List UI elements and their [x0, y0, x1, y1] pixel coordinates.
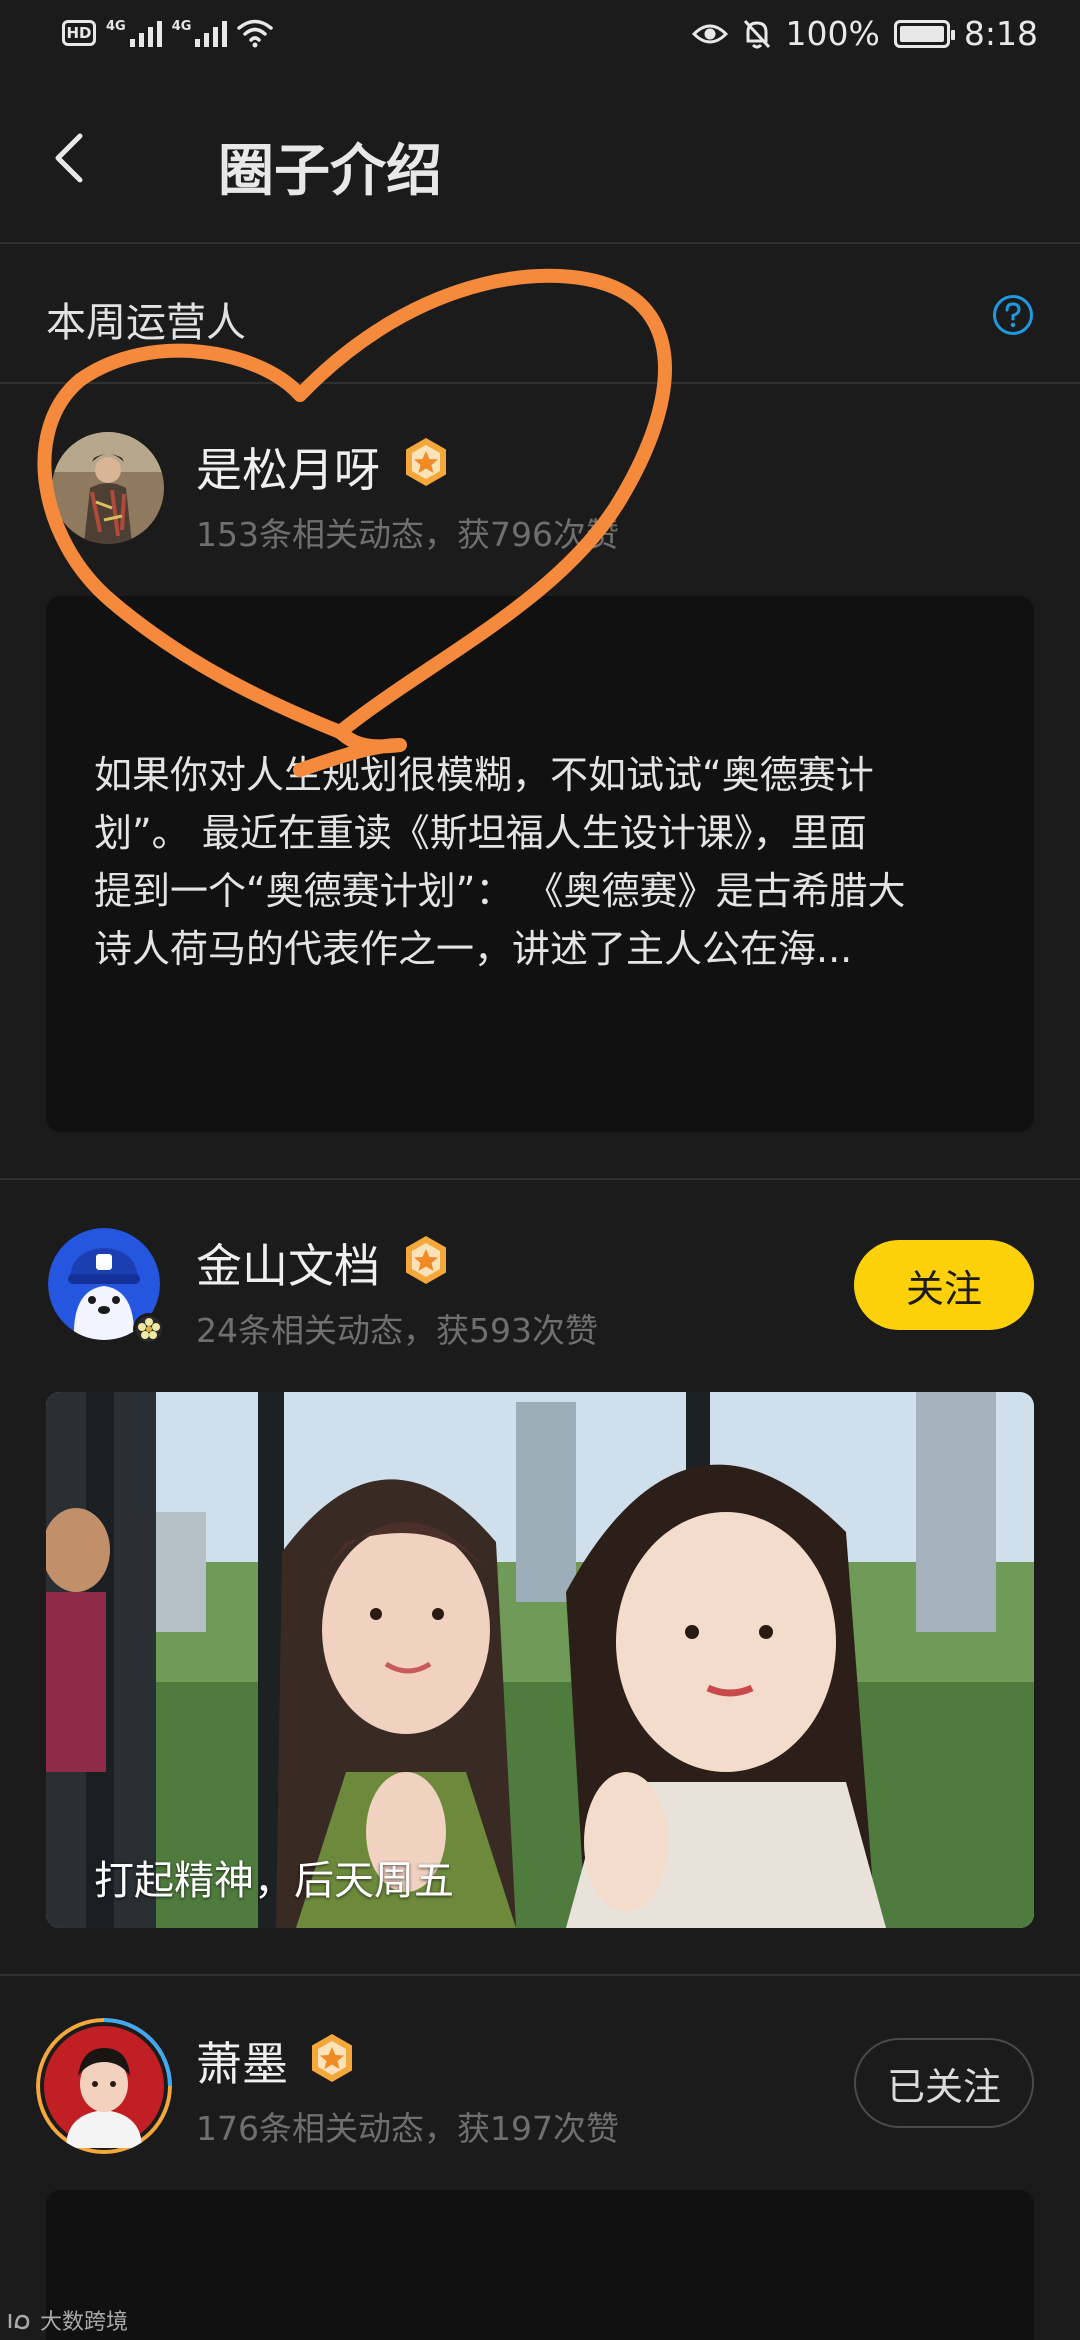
header-divider [0, 242, 1080, 244]
post-line: 划”。 最近在重读《斯坦福人生设计课》，里面 [94, 811, 867, 855]
avatar[interactable] [52, 432, 164, 544]
back-button[interactable] [42, 128, 102, 188]
status-left: HD 4G 4G [62, 18, 274, 48]
battery-fill [899, 25, 944, 42]
battery-percent: 100% [785, 14, 880, 53]
following-button[interactable]: 已关注 [854, 2038, 1034, 2128]
help-button[interactable] [992, 294, 1034, 336]
follow-button[interactable]: 关注 [854, 1240, 1034, 1330]
status-bar: HD 4G 4G 100% 8:18 [0, 0, 1080, 76]
post-card[interactable] [46, 2190, 1034, 2340]
post-line: 提到一个“奥德赛计划”： 《奥德赛》是古希腊大 [94, 869, 906, 913]
heart-annotation [37, 268, 672, 777]
app-header: 圈子介绍 [0, 100, 1080, 242]
post-line: 如果你对人生规划很模糊，不如试试“奥德赛计 [94, 753, 874, 797]
badge-icon [312, 2034, 352, 2082]
section-divider [0, 382, 1080, 384]
battery-icon [893, 19, 955, 48]
user-name[interactable]: 是松月呀 [196, 434, 380, 500]
page-title: 圈子介绍 [218, 139, 442, 204]
network-type-label: 4G [171, 19, 192, 34]
post-card[interactable]: 如果你对人生规划很模糊，不如试试“奥德赛计 划”。 最近在重读《斯坦福人生设计课… [46, 596, 1034, 1132]
photo-caption: 打起精神，后天周五 [94, 1858, 454, 1904]
post-line: 诗人荷马的代表作之一，讲述了主人公在海... [94, 927, 853, 971]
user-meta: 153条相关动态，获796次赞 [196, 515, 619, 554]
card-divider [0, 1974, 1080, 1976]
user-name[interactable]: 金山文档 [196, 1230, 380, 1296]
user-name[interactable]: 萧墨 [196, 2028, 288, 2094]
watermark: 大数跨境 [8, 2304, 128, 2336]
bell-muted-icon [743, 19, 770, 48]
eye-icon [691, 24, 728, 43]
flower-badge-icon [133, 1313, 165, 1345]
section-title: 本周运营人 [46, 300, 246, 346]
user-meta: 24条相关动态，获593次赞 [196, 1311, 598, 1350]
post-photo[interactable]: 打起精神，后天周五 [46, 1392, 1034, 1928]
signal-icon: 4G [106, 19, 162, 47]
screen: HD 4G 4G 100% 8:18 圈子介绍 本周运营人 是松月呀 153条相… [0, 0, 1080, 2340]
signal-icon: 4G [172, 19, 228, 47]
clock: 8:18 [963, 14, 1038, 53]
network-type-label: 4G [106, 19, 126, 34]
post-text: 如果你对人生规划很模糊，不如试试“奥德赛计 划”。 最近在重读《斯坦福人生设计课… [94, 746, 994, 978]
avatar[interactable] [36, 2018, 172, 2154]
user-meta: 176条相关动态，获197次赞 [196, 2109, 619, 2148]
watermark-logo-icon [8, 2314, 30, 2330]
chevron-left-icon [55, 133, 83, 183]
watermark-text: 大数跨境 [40, 2310, 129, 2335]
wifi-icon [237, 19, 274, 48]
status-right: 100% 8:18 [691, 14, 1038, 53]
badge-icon [406, 1236, 446, 1284]
hd-icon: HD [62, 20, 96, 46]
card-divider [0, 1178, 1080, 1180]
badge-icon [406, 438, 446, 486]
